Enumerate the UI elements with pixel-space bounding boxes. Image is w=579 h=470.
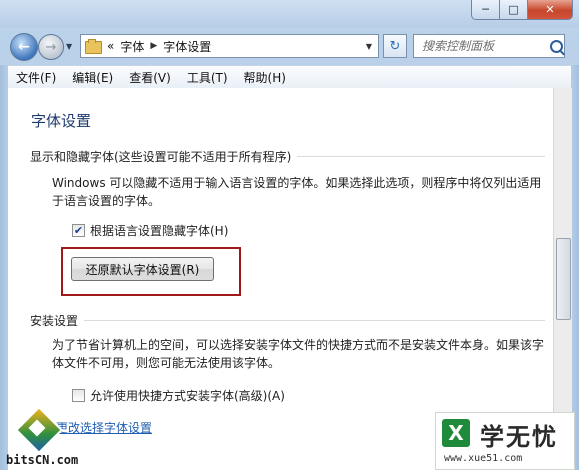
breadcrumb-fonts[interactable]: 字体 [120, 38, 144, 55]
title-bar: ─ □ ✕ [0, 0, 579, 28]
watermark-xue51: X 学无忧 www.xue51.com [435, 412, 575, 470]
section2-description: 为了节省计算机上的空间，可以选择安装字体文件的快捷方式而不是安装文件本身。如果该… [52, 338, 545, 370]
breadcrumb-overflow[interactable]: « [107, 39, 114, 53]
close-button[interactable]: ✕ [528, 0, 573, 20]
section-divider [297, 156, 545, 157]
watermark-brand: 学无忧 [480, 423, 558, 451]
back-arrow-icon: ← [18, 39, 30, 55]
menu-bar: 文件(F) 编辑(E) 查看(V) 工具(T) 帮助(H) [8, 65, 571, 89]
section-install-settings: 安装设置 [30, 312, 545, 329]
folder-icon [85, 39, 102, 54]
menu-file[interactable]: 文件(F) [8, 69, 64, 86]
search-icon[interactable] [550, 39, 563, 53]
shortcut-install-label[interactable]: 允许使用快捷方式安装字体(高级)(A) [90, 387, 285, 404]
search-box[interactable] [413, 34, 565, 58]
shortcut-install-checkbox[interactable] [72, 389, 85, 402]
breadcrumb-font-settings[interactable]: 字体设置 [163, 38, 211, 55]
refresh-icon: ↻ [389, 38, 401, 54]
section-title-text: 安装设置 [30, 314, 79, 328]
section-title-text: 显示和隐藏字体(这些设置可能不适用于所有程序) [30, 150, 292, 164]
hide-fonts-checkbox[interactable]: ✔ [72, 224, 85, 237]
hide-fonts-checkbox-row[interactable]: ✔ 根据语言设置隐藏字体(H) [72, 222, 228, 239]
back-button[interactable]: ← [10, 33, 38, 61]
menu-help[interactable]: 帮助(H) [236, 69, 294, 86]
menu-view[interactable]: 查看(V) [121, 69, 179, 86]
restore-default-fonts-button[interactable]: 还原默认字体设置(R) [71, 257, 214, 281]
menu-tools[interactable]: 工具(T) [179, 69, 236, 86]
section-divider [84, 320, 545, 321]
watermark-bitscn: bitsCN.com [0, 405, 90, 470]
forward-arrow-icon: → [45, 39, 57, 55]
checkmark-icon: ✔ [73, 224, 84, 237]
forward-button[interactable]: → [38, 34, 64, 60]
section-show-hide-fonts: 显示和隐藏字体(这些设置可能不适用于所有程序) [30, 148, 545, 165]
section-title: 安装设置 [30, 312, 545, 329]
watermark-left-text: bitsCN.com [6, 453, 79, 467]
watermark-url: www.xue51.com [444, 453, 523, 464]
menu-edit[interactable]: 编辑(E) [64, 69, 121, 86]
caption-buttons: ─ □ ✕ [471, 0, 573, 20]
maximize-button[interactable]: □ [500, 0, 528, 20]
scrollbar-thumb[interactable] [556, 238, 571, 320]
address-dropdown-icon[interactable]: ▼ [360, 42, 378, 51]
page-title: 字体设置 [31, 112, 92, 130]
hide-fonts-label[interactable]: 根据语言设置隐藏字体(H) [90, 222, 228, 239]
section1-description: Windows 可以隐藏不适用于输入语言设置的字体。如果选择此选项，则程序中将仅… [52, 176, 542, 208]
minimize-button[interactable]: ─ [471, 0, 500, 20]
shortcut-install-checkbox-row[interactable]: 允许使用快捷方式安装字体(高级)(A) [72, 387, 285, 404]
section-title: 显示和隐藏字体(这些设置可能不适用于所有程序) [30, 148, 545, 165]
navigation-row: ← → ▼ « 字体 ▶ 字体设置 ▼ ↻ [0, 28, 579, 64]
refresh-button[interactable]: ↻ [383, 34, 407, 58]
search-input[interactable] [420, 38, 548, 54]
breadcrumb-separator-icon[interactable]: ▶ [150, 41, 157, 51]
address-bar[interactable]: « 字体 ▶ 字体设置 ▼ [80, 34, 379, 58]
recent-pages-chevron-icon[interactable]: ▼ [66, 42, 72, 51]
window-border-right [571, 65, 579, 470]
xue51-logo-icon: X [442, 419, 470, 447]
